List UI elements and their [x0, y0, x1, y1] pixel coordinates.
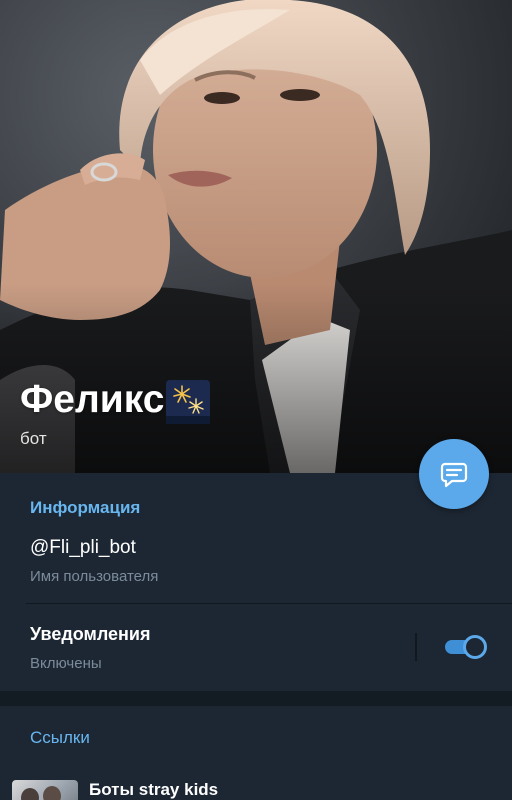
profile-name: Феликс [20, 378, 211, 424]
toggle-knob [463, 635, 487, 659]
profile-name-text: Феликс [20, 378, 165, 421]
tab-links[interactable]: Ссылки [30, 728, 90, 748]
profile-status: бот [20, 429, 47, 448]
info-divider [26, 603, 512, 604]
notifications-separator [415, 633, 417, 661]
notifications-state: Включены [30, 655, 102, 672]
notifications-label: Уведомления [30, 624, 151, 644]
send-message-button[interactable] [419, 439, 489, 509]
notifications-toggle[interactable] [443, 634, 487, 660]
username-caption: Имя пользователя [30, 568, 159, 585]
link-thumbnail [12, 780, 78, 800]
section-separator [0, 691, 512, 706]
message-icon [440, 462, 468, 488]
link-title: Боты stray kids [89, 780, 219, 799]
info-section-title: Информация [30, 498, 141, 517]
firework-sparkler-icon [166, 380, 211, 424]
links-section: Ссылки Боты stray kids [0, 706, 512, 800]
profile-header: Феликс бот [0, 0, 512, 473]
info-section: Информация @Fli_pli_bot Имя пользователя… [0, 473, 512, 691]
username-value: @Fli_pli_bot [30, 537, 136, 558]
